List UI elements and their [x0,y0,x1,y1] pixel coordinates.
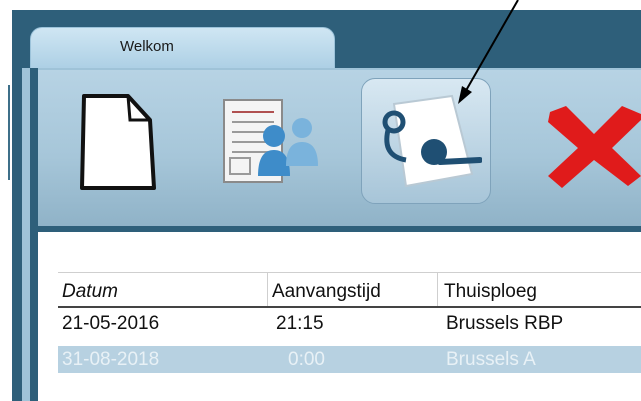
column-separator[interactable] [267,272,268,306]
whistle-icon [382,94,483,188]
cell-thuisploeg: Brussels A [446,349,536,370]
panel-border [30,68,38,401]
cell-thuisploeg: Brussels RBP [446,313,564,334]
delete-icon [548,106,641,188]
left-gutter [0,10,12,401]
column-header-datum[interactable]: Datum [62,281,118,303]
table-row[interactable]: 21-05-2016 21:15 Brussels RBP [58,309,641,336]
cell-aanvangstijd: 0:00 [288,349,325,370]
tab-welkom[interactable] [30,27,335,73]
cell-datum: 31-08-2018 [62,349,160,370]
delete-button[interactable] [546,104,641,188]
column-separator[interactable] [437,272,438,306]
players-button[interactable] [218,96,328,188]
new-document-icon [80,94,156,190]
column-header-aanvangstijd[interactable]: Aanvangstijd [272,281,381,303]
top-strip [0,0,641,10]
whistle-icon-wrap [372,90,483,194]
table-row-selected[interactable]: 31-08-2018 0:00 Brussels A [58,346,641,373]
cell-aanvangstijd: 21:15 [276,313,324,334]
cell-datum: 21-05-2016 [62,313,160,334]
players-card-icon [223,99,318,183]
tab-welkom-label: Welkom [120,38,174,55]
new-match-button[interactable] [70,86,160,198]
gutter-divider [8,85,10,180]
column-header-thuisploeg[interactable]: Thuisploeg [444,281,537,303]
